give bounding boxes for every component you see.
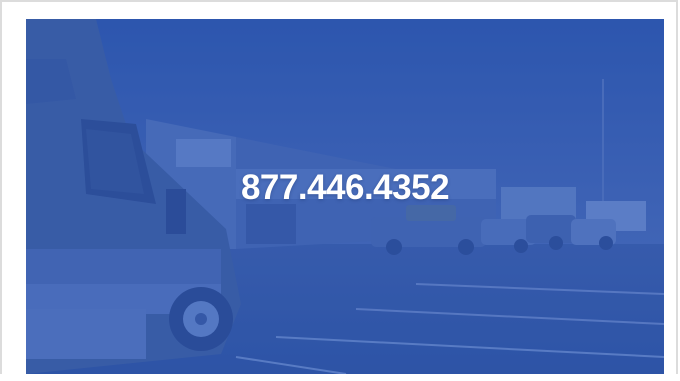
phone-number-link[interactable]: 877.446.4352 [26, 168, 664, 208]
hero-banner: 877.446.4352 [26, 19, 664, 374]
card-bottom-edge [0, 374, 680, 381]
